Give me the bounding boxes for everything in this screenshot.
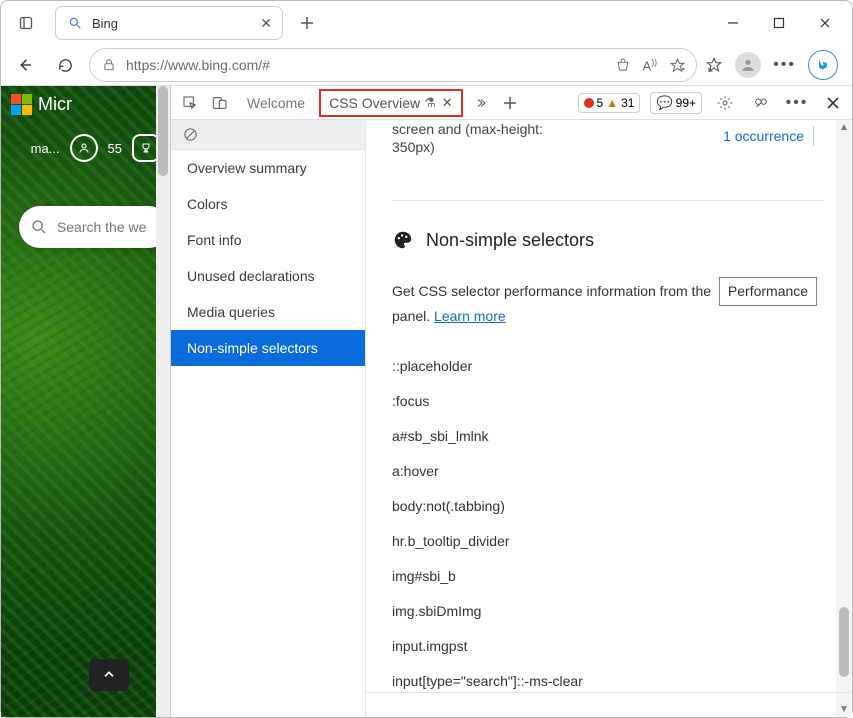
sidenav-colors[interactable]: Colors	[171, 186, 365, 222]
settings-button[interactable]	[712, 90, 738, 116]
css-overview-sidenav: Overview summary Colors Font info Unused…	[171, 120, 366, 717]
refresh-button[interactable]	[49, 49, 81, 81]
devtools-panel: Welcome CSS Overview ⚗ ✕ 5 ▲31 💬99+ •••	[171, 86, 852, 717]
profile-button[interactable]	[735, 52, 761, 78]
selector-item[interactable]: body:not(.tabbing)	[392, 489, 824, 524]
window-maximize-button[interactable]	[756, 5, 802, 41]
error-dot-icon	[584, 98, 594, 108]
devtools-close-button[interactable]	[820, 90, 846, 116]
css-overview-main: screen and (max-height: 350px) 1 occurre…	[366, 120, 852, 717]
info-bubble-icon: 💬	[656, 95, 672, 111]
main-scrollbar[interactable]: ▲ ▼	[836, 120, 852, 717]
inspect-element-button[interactable]	[177, 90, 203, 116]
more-button[interactable]: •••	[773, 56, 796, 74]
selector-item[interactable]: hr.b_tooltip_divider	[392, 524, 824, 559]
address-bar[interactable]: https://www.bing.com/# A))	[89, 48, 697, 82]
selector-item[interactable]: a#sb_sbi_lmlnk	[392, 419, 824, 454]
selector-list: ::placeholder:focusa#sb_sbi_lmlnka:hover…	[392, 349, 824, 699]
microsoft-logo-icon	[11, 94, 32, 115]
weather-text[interactable]: ma...	[31, 141, 60, 156]
sidenav-media[interactable]: Media queries	[171, 294, 365, 330]
window-minimize-button[interactable]	[710, 5, 756, 41]
brand-text: Micr	[38, 94, 72, 115]
scroll-top-button[interactable]	[89, 659, 129, 691]
warning-triangle-icon: ▲	[606, 96, 618, 110]
feedback-button[interactable]	[748, 90, 774, 116]
selector-item[interactable]: img.sbiDmImg	[392, 594, 824, 629]
page-viewport: Micr ma... 55	[1, 86, 171, 717]
points-text[interactable]: 55	[108, 141, 122, 156]
background-image	[1, 86, 170, 717]
tab-close-icon[interactable]: ✕	[442, 95, 453, 111]
shopping-icon[interactable]	[615, 57, 631, 73]
tab-css-overview[interactable]: CSS Overview ⚗ ✕	[319, 89, 463, 117]
device-toolbar-button[interactable]	[207, 90, 233, 116]
flask-icon: ⚗	[424, 95, 436, 111]
info-pill[interactable]: 💬99+	[650, 92, 702, 114]
selector-item[interactable]: ::placeholder	[392, 349, 824, 384]
sidenav-font[interactable]: Font info	[171, 222, 365, 258]
tab-close-button[interactable]: ✕	[260, 15, 272, 32]
back-button[interactable]	[9, 49, 41, 81]
section-title: Non-simple selectors	[392, 229, 824, 251]
selector-item[interactable]: input[type="search"]::-ms-clear	[392, 664, 824, 699]
tab-actions-button[interactable]	[11, 7, 43, 39]
page-scrollbar[interactable]	[156, 86, 170, 717]
search-icon	[31, 217, 47, 237]
new-tab-button[interactable]	[291, 7, 323, 39]
selector-item[interactable]: a:hover	[392, 454, 824, 489]
read-aloud-icon[interactable]: A))	[643, 57, 658, 73]
window-close-button[interactable]	[802, 5, 848, 41]
favorite-icon[interactable]	[669, 57, 686, 74]
selector-item[interactable]: img#sbi_b	[392, 559, 824, 594]
issues-pill[interactable]: 5 ▲31	[578, 93, 641, 113]
tab-welcome[interactable]: Welcome	[237, 89, 315, 117]
sidenav-unused[interactable]: Unused declarations	[171, 258, 365, 294]
bing-chat-button[interactable]	[808, 50, 838, 80]
clear-overview-button[interactable]	[171, 120, 365, 150]
selector-item[interactable]: :focus	[392, 384, 824, 419]
palette-icon	[392, 229, 414, 251]
devtools-more-button[interactable]: •••	[784, 90, 810, 116]
favorites-button[interactable]	[705, 56, 723, 74]
sidenav-nonsimple[interactable]: Non-simple selectors	[171, 330, 365, 366]
search-input[interactable]	[57, 219, 158, 235]
performance-button[interactable]: Performance	[719, 277, 817, 306]
occurrence-link[interactable]: 1 occurrence	[723, 128, 804, 144]
url-text: https://www.bing.com/#	[126, 57, 615, 73]
tab-title: Bing	[92, 16, 260, 31]
browser-tab[interactable]: Bing ✕	[55, 6, 283, 40]
page-search-box[interactable]	[19, 206, 170, 248]
add-tab-button[interactable]	[497, 90, 523, 116]
selector-item[interactable]: input.imgpst	[392, 629, 824, 664]
learn-more-link[interactable]: Learn more	[434, 308, 506, 324]
description-text: Get CSS selector performance information…	[392, 283, 817, 324]
more-tabs-button[interactable]	[467, 90, 493, 116]
bing-favicon-icon	[68, 16, 82, 30]
signin-button[interactable]	[70, 134, 98, 162]
sidenav-overview[interactable]: Overview summary	[171, 150, 365, 186]
lock-icon	[102, 58, 116, 72]
